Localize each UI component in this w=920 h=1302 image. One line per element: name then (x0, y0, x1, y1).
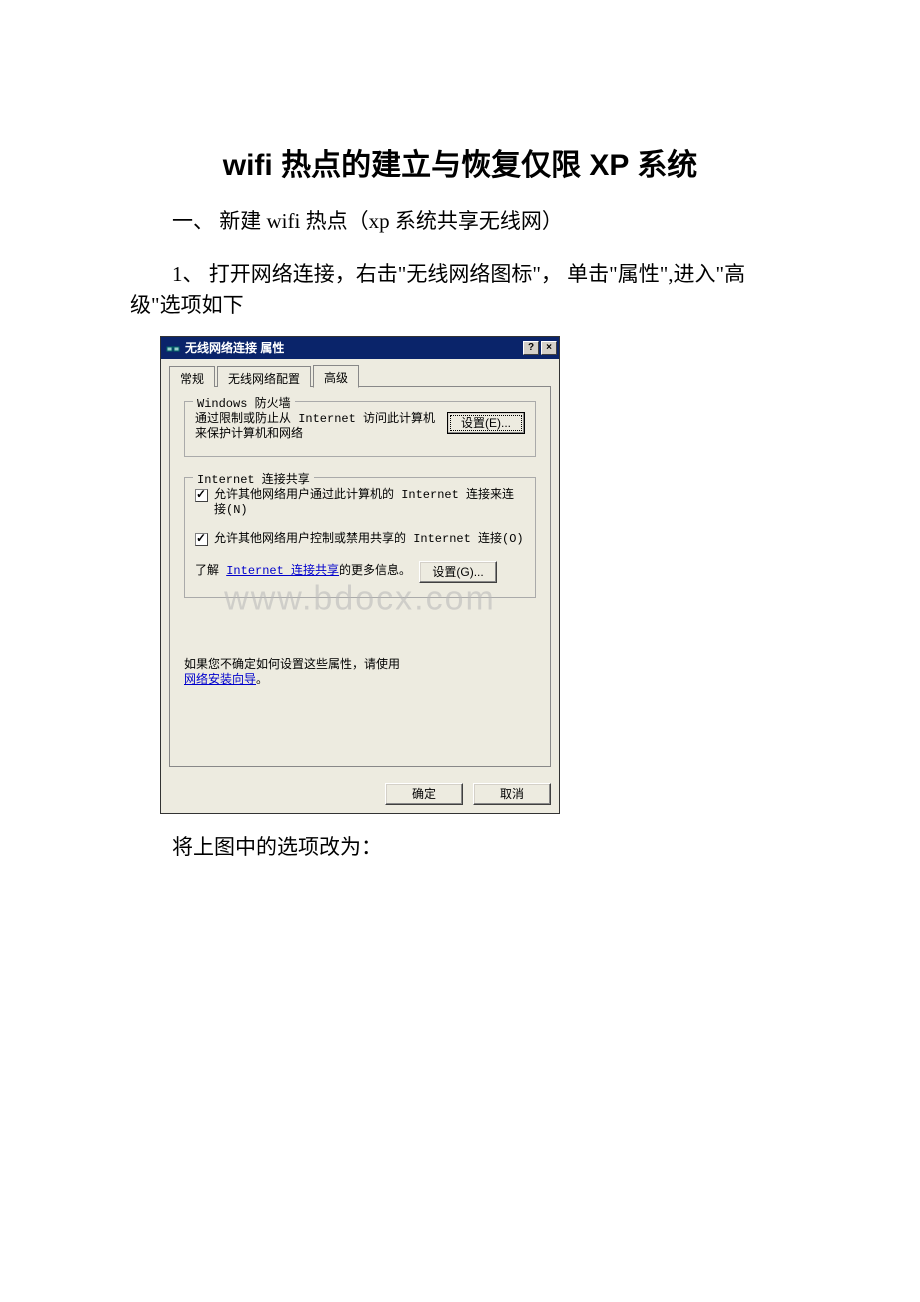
paragraph-2: 1、 打开网络连接，右击"无线网络图标"， 单击"属性",进入"高级"选项如下 (130, 259, 790, 322)
ics-learn-link[interactable]: Internet 连接共享 (226, 564, 339, 578)
dialog-title: 无线网络连接 属性 (185, 339, 523, 356)
check-allow-control-label: 允许其他网络用户控制或禁用共享的 Internet 连接(O) (214, 532, 525, 547)
firewall-settings-button[interactable]: 设置(E)... (447, 412, 525, 434)
group-ics: Internet 连接共享 允许其他网络用户通过此计算机的 Internet 连… (184, 477, 536, 598)
paragraph-3: 将上图中的选项改为： (130, 832, 790, 864)
check-allow-control[interactable] (195, 533, 208, 546)
document-title: wifi 热点的建立与恢复仅限 XP 系统 (130, 140, 790, 184)
ics-learn-suffix: 的更多信息。 (339, 564, 411, 578)
group-firewall-legend: Windows 防火墙 (193, 394, 295, 411)
check-allow-connect-row: 允许其他网络用户通过此计算机的 Internet 连接来连接(N) (195, 488, 525, 518)
help-text: 如果您不确定如何设置这些属性，请使用 网络安装向导。 (184, 658, 536, 688)
firewall-desc: 通过限制或防止从 Internet 访问此计算机来保护计算机和网络 (195, 412, 439, 442)
ics-learn-prefix: 了解 (195, 564, 219, 578)
help-prefix: 如果您不确定如何设置这些属性，请使用 (184, 658, 400, 672)
tab-general[interactable]: 常规 (169, 366, 215, 387)
dialog-button-bar: 确定 取消 (161, 775, 559, 813)
network-icon (165, 340, 181, 356)
check-allow-connect[interactable] (195, 489, 208, 502)
group-firewall: Windows 防火墙 通过限制或防止从 Internet 访问此计算机来保护计… (184, 401, 536, 457)
tab-advanced[interactable]: 高级 (313, 365, 359, 388)
xp-properties-dialog: 无线网络连接 属性 ? × 常规 无线网络配置 高级 Windows 防火墙 通… (160, 336, 560, 814)
network-wizard-link[interactable]: 网络安装向导 (184, 673, 256, 687)
cancel-button[interactable]: 取消 (473, 783, 551, 805)
help-button[interactable]: ? (523, 341, 539, 355)
ok-button[interactable]: 确定 (385, 783, 463, 805)
check-allow-control-row: 允许其他网络用户控制或禁用共享的 Internet 连接(O) (195, 532, 525, 547)
paragraph-1: 一、 新建 wifi 热点（xp 系统共享无线网） (130, 206, 790, 238)
close-button[interactable]: × (541, 341, 557, 355)
help-suffix: 。 (256, 673, 268, 687)
ics-settings-button[interactable]: 设置(G)... (419, 561, 497, 583)
tab-wireless[interactable]: 无线网络配置 (217, 366, 311, 387)
tab-page-advanced: Windows 防火墙 通过限制或防止从 Internet 访问此计算机来保护计… (169, 387, 551, 767)
check-allow-connect-label: 允许其他网络用户通过此计算机的 Internet 连接来连接(N) (214, 488, 525, 518)
group-ics-legend: Internet 连接共享 (193, 470, 314, 487)
dialog-titlebar[interactable]: 无线网络连接 属性 ? × (161, 337, 559, 359)
tab-strip: 常规 无线网络配置 高级 (169, 365, 551, 387)
ics-learn-more: 了解 Internet 连接共享的更多信息。 (195, 561, 411, 578)
